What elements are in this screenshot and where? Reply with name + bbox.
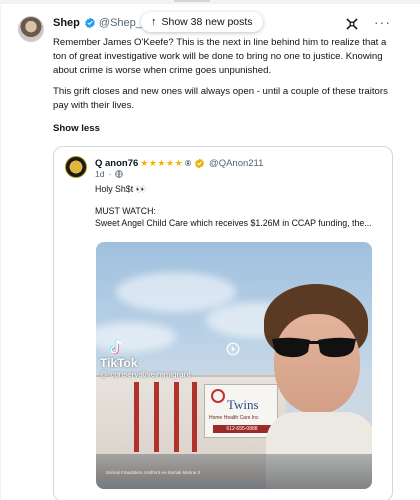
sign-phone: 612-655-0888 <box>213 425 271 433</box>
show-less-link[interactable]: Show less <box>53 123 100 134</box>
cloud <box>116 272 236 312</box>
quoted-time: 1d <box>95 169 105 179</box>
video-thumbnail[interactable]: Twins Home Health Care Inc 612-655-0888 … <box>96 242 372 489</box>
quoted-line: Holy Sh$t 👀 <box>95 184 147 194</box>
quoted-text: Holy Sh$t 👀 MUST WATCH: Sweet Angel Chil… <box>95 183 387 230</box>
play-icon[interactable] <box>226 342 240 356</box>
building-stripe <box>192 382 197 452</box>
person-face <box>274 314 360 414</box>
avatar[interactable] <box>18 16 44 42</box>
more-options-icon[interactable]: ··· <box>374 14 391 30</box>
grok-icon[interactable] <box>345 17 359 31</box>
quoted-post[interactable]: Q anon76 ★★★★★ ® @QAnon211 1d · Holy Sh$… <box>53 146 393 500</box>
quoted-line: Sweet Angel Child Care which receives $1… <box>95 218 372 228</box>
quoted-timestamp[interactable]: 1d · <box>95 169 124 179</box>
quoted-line: MUST WATCH: <box>95 205 156 216</box>
arrow-up-icon: ↑ <box>151 16 157 28</box>
post-paragraph: This grift closes and new ones will alwa… <box>53 86 388 111</box>
top-divider <box>174 0 210 2</box>
sign-subtitle: Home Health Care Inc <box>209 415 259 421</box>
star-emoji-icons: ★★★★★ <box>140 157 184 168</box>
quoted-header: Q anon76 ★★★★★ ® @QAnon211 <box>95 156 263 170</box>
tiktok-username: @ conservativeimmigrant <box>100 370 191 379</box>
author-name[interactable]: Shep <box>53 17 80 29</box>
gold-verified-badge-icon <box>195 158 204 168</box>
building-stripe <box>134 382 139 452</box>
post[interactable]: Shep @Shep_Dogg ↑ Show 38 new posts ··· … <box>0 6 420 500</box>
top-strip <box>0 0 420 4</box>
show-new-posts-label: Show 38 new posts <box>161 16 253 28</box>
globe-icon <box>115 170 124 178</box>
sunglasses <box>272 337 356 358</box>
building-sign: Twins Home Health Care Inc 612-655-0888 <box>204 384 278 438</box>
show-new-posts-button[interactable]: ↑ Show 38 new posts <box>141 12 263 32</box>
building-stripe <box>154 382 159 452</box>
quoted-handle[interactable]: @QAnon211 <box>209 158 263 169</box>
post-paragraph: Remember James O'Keefe? This is the next… <box>53 37 387 76</box>
tiktok-label: TikTok <box>100 356 138 370</box>
quoted-author-name[interactable]: Q anon76 <box>95 158 138 169</box>
verified-badge-icon <box>85 17 95 29</box>
quoted-avatar[interactable] <box>65 156 87 178</box>
cloud <box>96 322 176 352</box>
video-caption: Somali Fraudsters confront ex-Somali Mar… <box>106 470 201 475</box>
post-text: Remember James O'Keefe? This is the next… <box>53 36 393 120</box>
sign-logo-icon <box>211 389 225 403</box>
registered-mark: ® <box>185 158 192 168</box>
sign-name: Twins <box>227 397 259 412</box>
tiktok-icon <box>110 339 122 355</box>
building-stripe <box>174 382 179 452</box>
